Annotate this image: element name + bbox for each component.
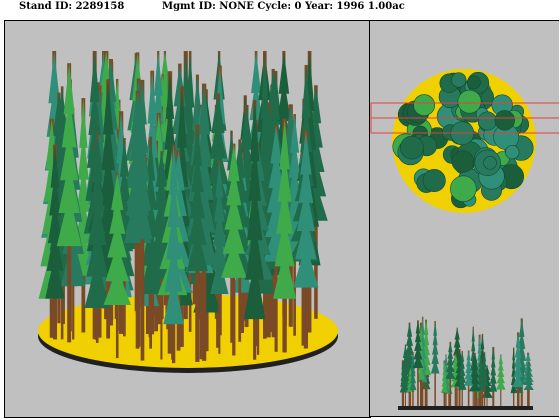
tree-crown [495,379,506,390]
plan-forest-canvas [370,69,559,213]
profile-ground-line [398,406,533,410]
header-bar: Stand ID: 2289158 Mgmt ID: NONE Cycle: 0… [0,0,560,18]
tree-crown-plan [505,145,520,160]
management-info-label: Mgmt ID: NONE Cycle: 0 Year: 1996 1.00ac [162,1,405,12]
tree-crown [430,358,440,374]
tree-crown-plan [457,89,482,114]
perspective-forest-canvas [38,51,338,373]
tree-crown-plan [451,150,475,173]
plan-view-panel[interactable] [370,20,559,219]
tree-crown-plan [450,175,477,202]
profile-view-panel[interactable] [370,218,559,417]
stand-visualization-window: Stand ID: 2289158 Mgmt ID: NONE Cycle: 0… [0,0,560,420]
stand-id-label: Stand ID: 2289158 [19,1,125,12]
perspective-view-panel[interactable] [4,20,371,418]
profile-forest-canvas [398,316,534,410]
perspective-trees [38,51,328,364]
tree-crown-plan [451,72,467,88]
tree-crown-plan [477,111,497,131]
profile-trees [399,316,534,406]
tree-crown-plan [400,135,424,160]
tree-crown-plan [483,156,497,170]
tree-crown-plan [422,168,446,193]
tree-crown-plan [494,110,515,131]
tree-crown-plan [466,75,481,90]
tree-crown-plan [413,94,436,116]
